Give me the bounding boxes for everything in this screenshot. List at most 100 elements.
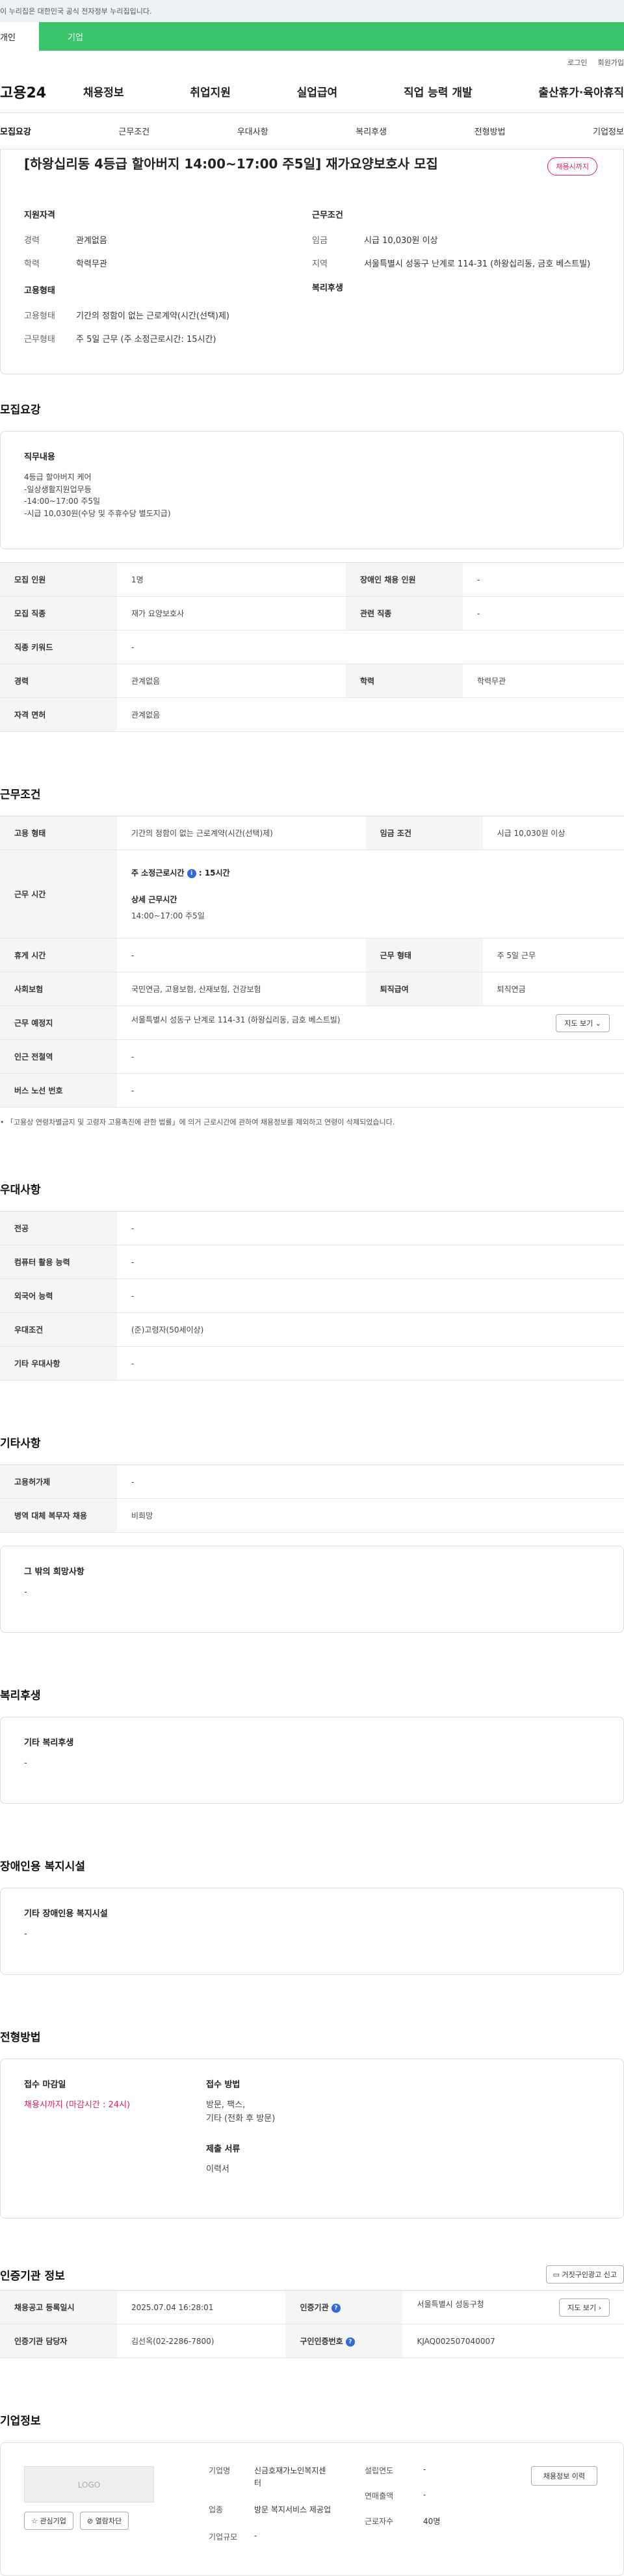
table-row: 모집 인원 1명 장애인 채용 인원 -	[0, 562, 624, 597]
welfare-head: 기타 복리후생	[24, 1738, 74, 1748]
wage-label: 임금	[312, 236, 328, 246]
section-tabs: 모집요강 근무조건 우대사항 복리후생 전형방법 기업정보	[0, 113, 624, 150]
industry-label: 업종	[209, 2505, 224, 2515]
deadline-col: 접수 마감일 채용시까지 (마감시간 : 24시)	[24, 2077, 206, 2200]
tab-company[interactable]: 기업정보	[593, 125, 624, 137]
tab-selection[interactable]: 전형방법	[474, 125, 506, 137]
table-row: 컴퓨터 활용 능력 -	[0, 1245, 624, 1279]
emptype-label: 고용형태	[24, 311, 55, 321]
founded-value: -	[423, 2465, 426, 2474]
prefer-section-title: 우대사항	[0, 1184, 41, 1197]
cert-number-label: 구인인증번호	[300, 2337, 343, 2346]
info-icon[interactable]: ?	[331, 2303, 341, 2313]
career-label: 경력	[24, 236, 40, 246]
table-row: 사회보험 국민연금, 고용보험, 산재보험, 건강보험 퇴직급여 퇴직연금	[0, 972, 624, 1006]
method-col: 접수 방법 방문, 팩스, 기타 (전화 후 방문) 제출 서류 이력서	[206, 2077, 275, 2200]
major-label: 전공	[0, 1211, 117, 1245]
method-head: 접수 방법	[206, 2080, 240, 2090]
login-link[interactable]: 로그인	[567, 57, 587, 70]
site-logo[interactable]: 고용24	[0, 81, 83, 102]
table-row: 외국어 능력 -	[0, 1279, 624, 1313]
posted-at-value: 2025.07.04 16:28:01	[117, 2290, 286, 2324]
agency-map-button[interactable]: 지도 보기 ›	[559, 2298, 610, 2317]
wage-condition-value: 시급 10,030원 이상	[482, 816, 624, 850]
report-button[interactable]: ▭ 거짓구인광고 신고	[545, 2265, 624, 2283]
favorite-company-button[interactable]: ☆ 관심기업	[24, 2512, 73, 2530]
etc-table: 고용허가제 - 병역 대체 복무자 채용 비희망	[0, 1464, 624, 1533]
table-row: 근무 시간 주 소정근로시간 i : 15시간 상세 근무시간 14:00~17…	[0, 850, 624, 939]
disabled-headcount-value: -	[462, 562, 624, 597]
tab-personal[interactable]: 개인	[0, 22, 39, 51]
recruit-section-title: 모집요강	[0, 404, 41, 417]
docs-head: 제출 서류	[206, 2144, 240, 2154]
document-icon: ▭	[552, 2270, 560, 2279]
related-job-label: 관련 직종	[345, 596, 463, 631]
cert-agency-value: 서울특별시 성동구청	[417, 2299, 484, 2309]
map-button[interactable]: 지도 보기 ⌄	[556, 1013, 610, 1032]
deadline-badge: 채용시까지	[547, 157, 597, 176]
gnb-item-unemployment-benefit[interactable]: 실업급여	[297, 83, 338, 99]
table-row: 기타 우대사항 -	[0, 1346, 624, 1381]
related-job-value: -	[462, 596, 624, 631]
deadline-value: 채용시까지 (마감시간 : 24시)	[24, 2100, 131, 2110]
language-value: -	[117, 1279, 624, 1313]
station-value: -	[117, 1039, 624, 1074]
severance-value: 퇴직연금	[482, 972, 624, 1006]
gnb-item-vocational-training[interactable]: 직업 능력 개발	[404, 83, 473, 99]
map-button-label: 지도 보기	[564, 1019, 593, 1028]
tab-welfare[interactable]: 복리후생	[356, 125, 387, 137]
company-box: LOGO ☆ 관심기업 ⊘ 열람차단 기업명 신금호재가노인복지센터 업종 방문 복…	[0, 2442, 624, 2576]
gnb-item-jobs[interactable]: 채용정보	[83, 83, 124, 99]
deadline-head: 접수 마감일	[24, 2080, 66, 2090]
cert-number-label-cell: 구인인증번호 ?	[285, 2324, 403, 2358]
cert-manager-label: 인증기관 담당자	[0, 2324, 117, 2358]
workform-label: 근무형태	[24, 334, 55, 345]
table-row: 고용 형태 기간의 정함이 없는 근로계약(시간(선택)제) 임금 조건 시급 …	[0, 816, 624, 850]
tab-recruit[interactable]: 모집요강	[0, 125, 31, 137]
util-links: 로그인 회원가입	[0, 51, 624, 70]
company-logo-col: LOGO ☆ 관심기업 ⊘ 열람차단	[24, 2466, 154, 2530]
career-value: 관계없음	[117, 664, 346, 698]
table-row: 병역 대체 복무자 채용 비희망	[0, 1498, 624, 1533]
tab-company[interactable]: 기업	[39, 22, 624, 51]
work-permit-value: -	[117, 1464, 624, 1499]
gnb-item-employment-support[interactable]: 취업지원	[190, 83, 231, 99]
job-keyword-label: 직종 키워드	[0, 630, 117, 664]
duty-box: 직무내용 4등급 할아버지 케어 -일상생활지원업무등 -14:00~17:00…	[0, 431, 624, 549]
rest-value: -	[117, 938, 366, 972]
info-icon[interactable]: i	[187, 868, 196, 878]
facility-section-title: 장애인용 복지시설	[0, 1860, 86, 1873]
prefer-table: 전공 - 컴퓨터 활용 능력 - 외국어 능력 - 우대조건 (준)고령자(50세이상)…	[0, 1211, 624, 1381]
job-type-value: 재가 요양보호사	[117, 596, 346, 631]
block-view-button[interactable]: ⊘ 열람차단	[79, 2512, 129, 2530]
company-name-value: 신금호재가노인복지센터	[254, 2466, 326, 2488]
military-value: 비희망	[117, 1498, 624, 1533]
disabled-headcount-label: 장애인 채용 인원	[345, 562, 463, 597]
worktime-label: 근무 시간	[0, 850, 117, 939]
table-row: 버스 노선 번호 -	[0, 1073, 624, 1108]
summary-left: 지원자격 경력 관계없음 학력 학력무관 고용형태 고용형태 기간의 정함이 없는 근…	[24, 208, 312, 356]
headcount-label: 모집 인원	[0, 562, 117, 597]
signup-link[interactable]: 회원가입	[598, 57, 624, 70]
info-icon[interactable]: ?	[345, 2337, 355, 2347]
emptype-label: 고용 형태	[0, 816, 117, 850]
company-info-left: 기업명 신금호재가노인복지센터 업종 방문 복지서비스 제공업 기업규모 -	[209, 2465, 339, 2542]
tab-preferences[interactable]: 우대사항	[237, 125, 268, 137]
table-row: 직종 키워드 -	[0, 630, 624, 664]
hope-box: 그 밖의 희망사항 -	[0, 1546, 624, 1633]
tab-work-conditions[interactable]: 근무조건	[118, 125, 150, 137]
workform-value: 주 5일 근무	[482, 938, 624, 972]
duty-head: 직무내용	[24, 452, 55, 462]
education-value: 학력무관	[76, 259, 107, 269]
gnb-item-parental-leave[interactable]: 출산휴가·육아휴직	[538, 83, 624, 99]
cert-number-value: KJAQ002507040007	[402, 2324, 624, 2358]
table-row: 고용허가제 -	[0, 1464, 624, 1499]
workplace-cell: 서울특별시 성동구 난계로 114-31 (하왕십리동, 금호 베스트빌) 지도…	[117, 1006, 624, 1040]
chevron-right-icon: ›	[598, 2303, 601, 2312]
insurance-value: 국민연금, 고용보험, 산재보험, 건강보험	[117, 972, 366, 1006]
computer-label: 컴퓨터 활용 능력	[0, 1245, 117, 1279]
job-history-button[interactable]: 채용정보 이력	[530, 2466, 597, 2486]
job-title: [하왕십리동 4등급 할아버지 14:00~17:00 주5일] 재가요양보호사…	[24, 156, 438, 172]
table-row: 자격 면허 관계없음	[0, 697, 624, 732]
block-view-label: 열람차단	[95, 2517, 122, 2525]
